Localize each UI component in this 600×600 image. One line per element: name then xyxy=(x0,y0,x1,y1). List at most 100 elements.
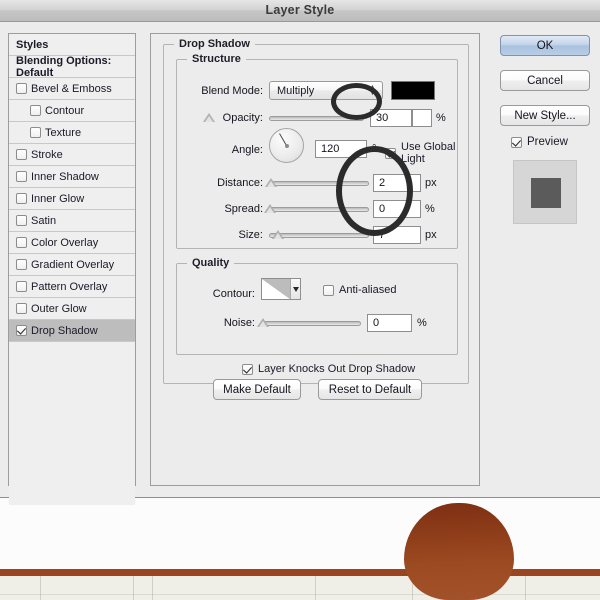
make-default-button[interactable]: Make Default xyxy=(213,379,301,400)
checkbox-bevel-emboss[interactable] xyxy=(16,83,27,94)
noise-label: Noise: xyxy=(223,317,255,329)
noise-input[interactable]: 0 xyxy=(367,314,412,332)
photo-floor xyxy=(0,576,600,600)
sidebar-item-label: Drop Shadow xyxy=(31,324,98,337)
checkbox-drop-shadow[interactable] xyxy=(16,325,27,336)
ok-label: OK xyxy=(536,39,554,52)
size-slider-thumb[interactable] xyxy=(272,230,284,239)
layer-knocks-out-row[interactable]: Layer Knocks Out Drop Shadow xyxy=(242,363,415,375)
styles-header-label: Styles xyxy=(16,38,49,51)
size-input[interactable]: 7 xyxy=(373,226,421,244)
distance-unit: px xyxy=(425,177,437,189)
checkbox-contour[interactable] xyxy=(30,105,41,116)
angle-input[interactable]: 120 xyxy=(315,140,367,158)
tile-grout-line xyxy=(40,576,41,600)
sidebar-item-texture[interactable]: Texture xyxy=(9,122,135,144)
opacity-input[interactable]: 30 xyxy=(370,109,412,127)
noise-slider-thumb[interactable] xyxy=(257,318,269,327)
blend-mode-select[interactable]: Multiply ▲ ▼ xyxy=(269,81,383,100)
sidebar-item-label: Texture xyxy=(45,126,82,139)
distance-slider-thumb[interactable] xyxy=(265,178,277,187)
sidebar-item-blending-options[interactable]: Blending Options: Default xyxy=(9,54,135,79)
checkbox-color-overlay[interactable] xyxy=(16,237,27,248)
spread-unit: % xyxy=(425,203,435,215)
spread-input[interactable]: 0 xyxy=(373,200,421,218)
new-style-button[interactable]: New Style... xyxy=(500,105,590,126)
angle-value: 120 xyxy=(321,143,340,155)
checkbox-inner-shadow[interactable] xyxy=(16,171,27,182)
sidebar-item-label: Stroke xyxy=(31,148,63,161)
checkbox-use-global-light[interactable] xyxy=(385,147,396,159)
tile-grout-line xyxy=(315,576,316,600)
sidebar-item-color-overlay[interactable]: Color Overlay xyxy=(9,232,135,254)
sidebar-item-label: Blending Options: Default xyxy=(16,54,112,79)
reset-to-default-button[interactable]: Reset to Default xyxy=(318,379,422,400)
angle-dial-center xyxy=(284,143,289,148)
checkbox-inner-glow[interactable] xyxy=(16,193,27,204)
checkbox-preview[interactable] xyxy=(511,136,522,148)
layer-style-dialog: Layer Style Styles Blending Options: Def… xyxy=(0,0,600,505)
drop-shadow-group-label: Drop Shadow xyxy=(174,38,255,50)
size-slider[interactable] xyxy=(269,233,369,238)
tile-grout-line xyxy=(133,576,134,600)
drop-shadow-group: Drop Shadow Structure Blend Mode: Multip… xyxy=(163,38,469,384)
checkbox-stroke[interactable] xyxy=(16,149,27,160)
blend-mode-label: Blend Mode: xyxy=(201,85,263,97)
sidebar-item-inner-shadow[interactable]: Inner Shadow xyxy=(9,166,135,188)
dialog-titlebar[interactable]: Layer Style xyxy=(0,0,600,22)
sidebar-item-label: Color Overlay xyxy=(31,236,99,249)
checkbox-outer-glow[interactable] xyxy=(16,303,27,314)
checkbox-gradient-overlay[interactable] xyxy=(16,259,27,270)
size-unit: px xyxy=(425,229,437,241)
angle-dial[interactable] xyxy=(269,128,304,163)
quality-group-label: Quality xyxy=(187,257,235,269)
new-style-label: New Style... xyxy=(514,109,576,122)
shadow-color-swatch[interactable] xyxy=(391,81,435,100)
use-global-light-label: Use Global Light xyxy=(401,141,456,165)
sidebar-item-contour[interactable]: Contour xyxy=(9,100,135,122)
spread-slider-thumb[interactable] xyxy=(264,204,276,213)
ok-button[interactable]: OK xyxy=(500,35,590,56)
checkbox-anti-aliased[interactable] xyxy=(323,284,334,296)
noise-slider[interactable] xyxy=(261,321,361,326)
size-value: 7 xyxy=(379,229,386,241)
contour-preview-icon xyxy=(262,279,291,299)
contour-picker[interactable] xyxy=(261,278,301,300)
opacity-slider-thumb[interactable] xyxy=(203,113,215,122)
use-global-light-row[interactable]: Use Global Light xyxy=(385,141,457,165)
preview-checkbox-row[interactable]: Preview xyxy=(511,136,568,148)
sidebar-item-label: Pattern Overlay xyxy=(31,280,108,293)
sidebar-item-label: Satin xyxy=(31,214,57,227)
distance-slider[interactable] xyxy=(269,181,369,186)
opacity-unit: % xyxy=(436,112,446,124)
blend-mode-value: Multiply xyxy=(277,84,315,97)
sidebar-item-stroke[interactable]: Stroke xyxy=(9,144,135,166)
checkbox-pattern-overlay[interactable] xyxy=(16,281,27,292)
sidebar-item-gradient-overlay[interactable]: Gradient Overlay xyxy=(9,254,135,276)
chevron-down-icon[interactable] xyxy=(291,279,300,299)
opacity-label: Opacity: xyxy=(222,112,263,124)
quality-group: Quality Contour: Anti-aliased Noise: 0 % xyxy=(176,257,458,355)
checkbox-satin[interactable] xyxy=(16,215,27,226)
opacity-value: 30 xyxy=(376,112,389,124)
sidebar-item-inner-glow[interactable]: Inner Glow xyxy=(9,188,135,210)
sidebar-item-bevel-emboss[interactable]: Bevel & Emboss xyxy=(9,78,135,100)
cancel-button[interactable]: Cancel xyxy=(500,70,590,91)
distance-value: 2 xyxy=(379,177,386,189)
effect-settings-panel: Drop Shadow Structure Blend Mode: Multip… xyxy=(150,33,480,486)
opacity-stepper-spacer[interactable] xyxy=(412,109,432,127)
sidebar-item-outer-glow[interactable]: Outer Glow xyxy=(9,298,135,320)
opacity-slider[interactable] xyxy=(269,116,364,121)
checkbox-texture[interactable] xyxy=(30,127,41,138)
styles-list[interactable]: Styles Blending Options: Default Bevel &… xyxy=(8,33,136,505)
preview-label: Preview xyxy=(527,136,568,148)
structure-group: Structure Blend Mode: Multiply ▲ ▼ Opacit… xyxy=(176,53,458,249)
angle-unit: ° xyxy=(372,143,377,155)
sidebar-item-pattern-overlay[interactable]: Pattern Overlay xyxy=(9,276,135,298)
sidebar-item-drop-shadow[interactable]: Drop Shadow xyxy=(9,320,135,342)
checkbox-layer-knocks-out[interactable] xyxy=(242,363,253,375)
anti-aliased-row[interactable]: Anti-aliased xyxy=(323,284,396,296)
sidebar-item-satin[interactable]: Satin xyxy=(9,210,135,232)
distance-input[interactable]: 2 xyxy=(373,174,421,192)
spread-slider[interactable] xyxy=(269,207,369,212)
